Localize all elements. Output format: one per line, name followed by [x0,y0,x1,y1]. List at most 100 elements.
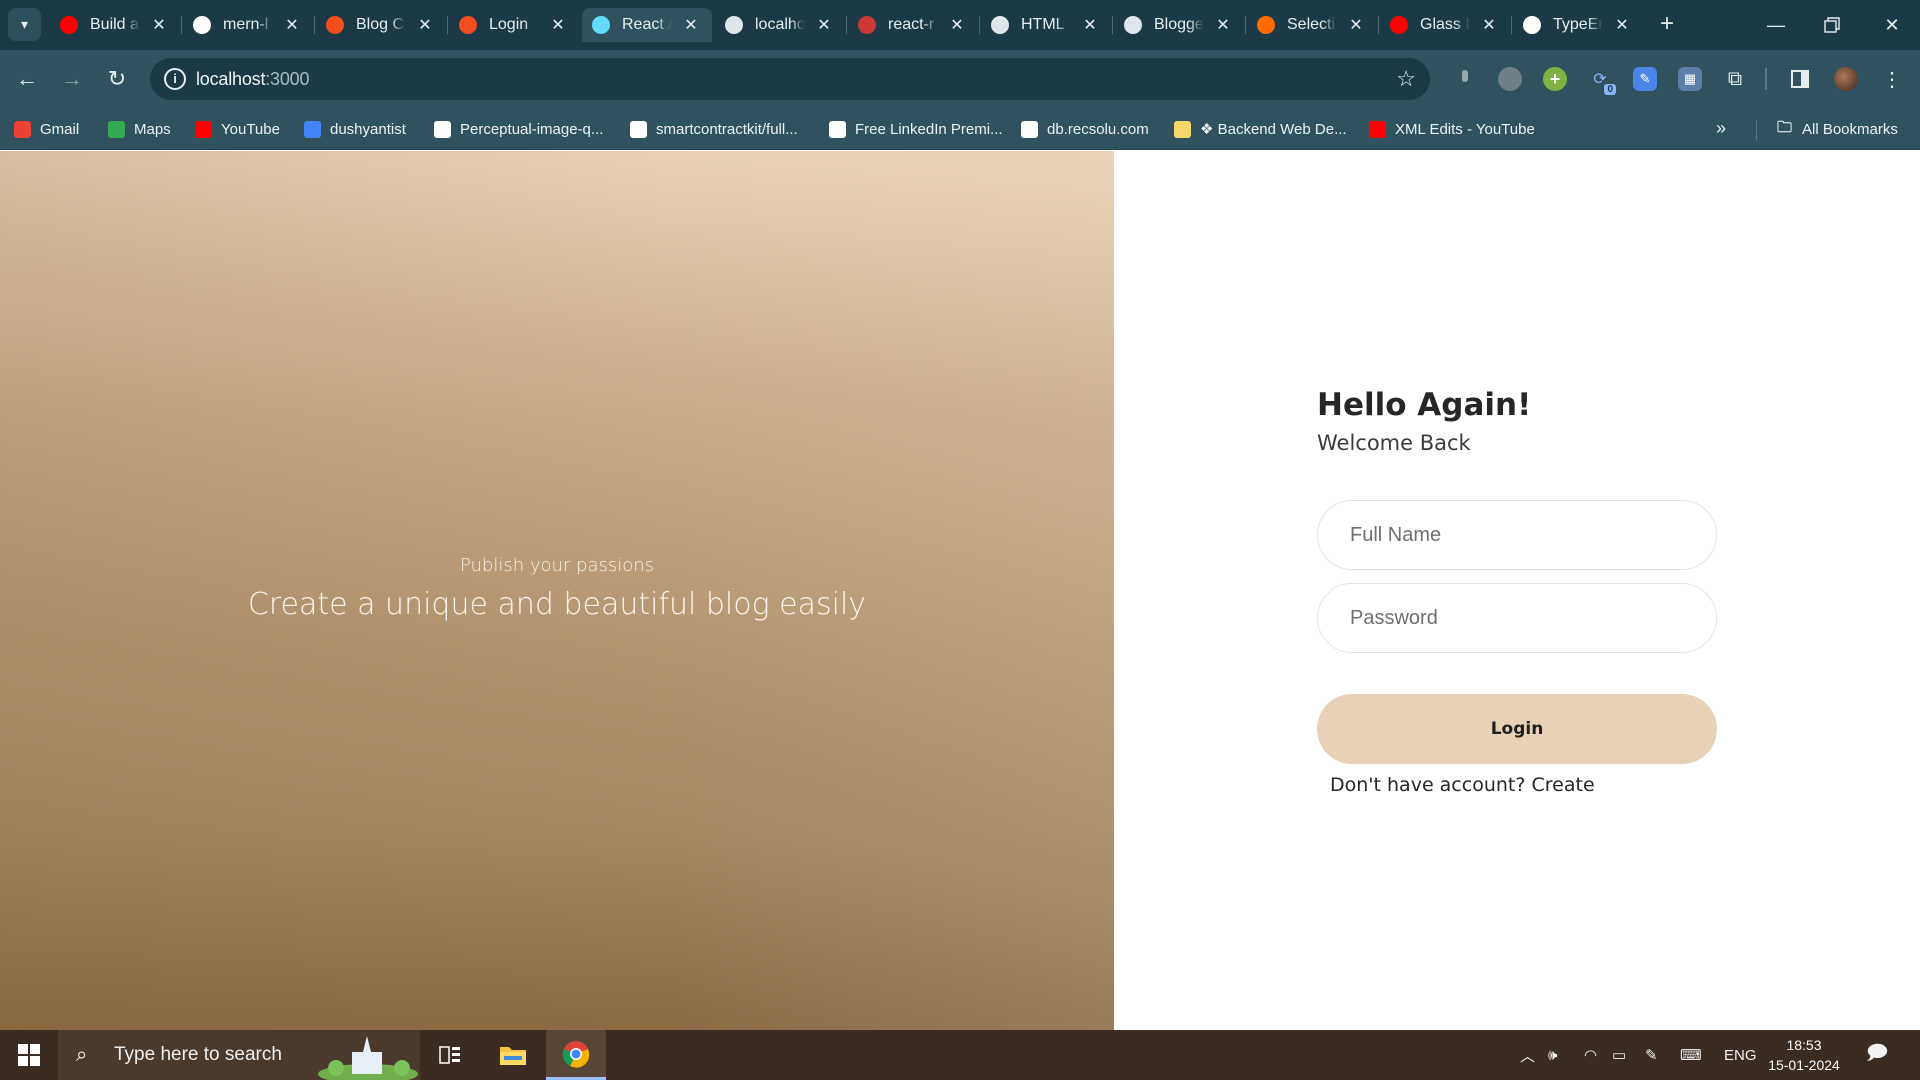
url-text[interactable]: localhost:3000 [196,69,309,90]
youtube-icon [60,16,78,34]
chrome-taskbar-button[interactable] [546,1030,606,1080]
tab-close-icon[interactable]: ✕ [416,15,434,35]
bookmark-item[interactable]: dushyantist [304,116,406,142]
bookmark-item[interactable]: ❖ Backend Web De... [1174,116,1347,142]
tab-separator [1245,16,1246,34]
minimize-button[interactable]: — [1748,0,1804,50]
keyboard-icon[interactable]: ⌨ [1680,1030,1702,1080]
full-name-input[interactable] [1317,500,1717,570]
forward-button[interactable]: → [54,61,90,97]
close-window-button[interactable]: ✕ [1864,0,1920,50]
browser-tab[interactable]: React / ✕ [582,8,712,42]
tab-close-icon[interactable]: ✕ [815,15,833,35]
browser-tab[interactable]: Glass I ✕ [1380,8,1510,42]
browser-tab-strip: ▾ Build a ✕ mern-l ✕ Blog C ✕ Login ✕ React / ✕ lo… [0,0,1920,50]
bookmarks-overflow-icon[interactable]: » [1716,118,1726,139]
tab-close-icon[interactable]: ✕ [1081,15,1099,35]
pen-icon[interactable]: ✎ [1645,1030,1658,1080]
network-icon[interactable]: ◠ [1584,1030,1597,1080]
extension-badge-icon[interactable]: ⟳ 0 [1588,67,1616,95]
tab-close-icon[interactable]: ✕ [283,15,301,35]
language-indicator[interactable]: ENG [1724,1030,1757,1080]
researchgate-icon [434,120,451,138]
reload-icon: ↻ [107,66,127,91]
browser-tab[interactable]: react-r ✕ [848,8,978,42]
globe-icon [829,120,846,138]
tab-close-icon[interactable]: ✕ [1214,15,1232,35]
extension-table-icon[interactable]: ▦ [1678,67,1702,91]
bookmark-item[interactable]: Gmail [14,116,79,142]
page-content: Publish your passions Create a unique an… [0,151,1920,1030]
browser-tab[interactable]: HTML ✕ [981,8,1111,42]
browser-tab[interactable]: TypeEr ✕ [1513,8,1643,42]
bookmark-item[interactable]: XML Edits - YouTube [1369,116,1535,142]
menu-kebab-icon[interactable]: ⋮ [1880,67,1904,91]
tab-close-icon[interactable]: ✕ [1480,15,1498,35]
tab-close-icon[interactable]: ✕ [549,15,567,35]
browser-tab[interactable]: Selecti ✕ [1247,8,1377,42]
restore-button[interactable] [1804,0,1860,50]
reload-button[interactable]: ↻ [99,61,135,97]
taskbar-clock[interactable]: 18:53 15-01-2024 [1766,1035,1842,1075]
profile-avatar[interactable] [1834,67,1858,91]
html-icon [991,16,1009,34]
start-button[interactable] [0,1030,58,1080]
hero-kicker: Publish your passions [459,555,655,576]
bookmark-item[interactable]: Free LinkedIn Premi... [829,116,1003,142]
tab-close-icon[interactable]: ✕ [1347,15,1365,35]
browser-tab[interactable]: Blogge ✕ [1114,8,1244,42]
extension-mic-icon[interactable] [1453,67,1477,91]
password-input[interactable] [1317,583,1717,653]
youtube-icon [1390,16,1408,34]
tab-separator [181,16,182,34]
bookmark-item[interactable]: db.recsolu.com [1021,116,1149,142]
all-bookmarks-button[interactable]: 🗀 All Bookmarks [1776,116,1898,142]
extension-plus-icon[interactable]: + [1543,67,1567,91]
bookmark-label: XML Edits - YouTube [1395,120,1535,138]
tab-search-button[interactable]: ▾ [8,8,41,41]
task-view-button[interactable] [420,1030,480,1080]
tab-close-icon[interactable]: ✕ [1613,15,1631,35]
back-button[interactable]: ← [9,61,45,97]
github-icon [1523,16,1541,34]
browser-tab[interactable]: mern-l ✕ [183,8,313,42]
side-panel-icon[interactable] [1788,67,1812,91]
taskbar-search-box[interactable]: ⌕ Type here to search [58,1030,420,1080]
tab-title: TypeEr [1553,16,1603,33]
tab-close-icon[interactable]: ✕ [150,15,168,35]
bookmark-star-icon[interactable]: ☆ [1396,66,1416,92]
tray-overflow-icon[interactable]: ︿ [1520,1030,1535,1080]
toolbar-divider [1765,68,1767,90]
notification-icon[interactable]: 🗩 [1866,1030,1888,1080]
bookmark-item[interactable]: Perceptual-image-q... [434,116,603,142]
search-icon: ⌕ [76,1043,88,1066]
extension-grey-icon[interactable] [1498,67,1522,91]
browser-tab[interactable]: Login ✕ [449,8,579,42]
globe-icon [1021,120,1038,138]
bookmark-item[interactable]: Maps [108,116,171,142]
address-bar[interactable]: i localhost:3000 ☆ [150,58,1430,100]
extensions-puzzle-icon[interactable]: ⧉ [1723,67,1747,91]
extension-edit-icon[interactable]: ✎ [1633,67,1657,91]
browser-tab[interactable]: Build a ✕ [50,8,180,42]
tab-close-icon[interactable]: ✕ [948,15,966,35]
volume-icon[interactable]: 🕪 [1548,1030,1557,1080]
folder-icon: 🗀 [1776,118,1792,136]
file-explorer-button[interactable] [483,1030,543,1080]
tab-title: react-r [888,16,935,33]
create-account-link[interactable]: Create [1532,774,1595,796]
figma-icon [459,16,477,34]
tab-title: mern-l [223,16,269,33]
hero-banner: Publish your passions Create a unique an… [0,151,1114,1030]
url-port: :3000 [265,69,310,89]
tab-close-icon[interactable]: ✕ [682,15,700,35]
new-tab-button[interactable]: + [1652,10,1682,40]
browser-tab[interactable]: localho ✕ [715,8,845,42]
battery-icon[interactable]: ▭ [1612,1030,1626,1080]
site-info-icon[interactable]: i [164,68,186,90]
bookmark-item[interactable]: YouTube [195,116,280,142]
login-button[interactable]: Login [1317,694,1717,764]
bookmark-item[interactable]: smartcontractkit/full... [630,116,798,142]
browser-tab[interactable]: Blog C ✕ [316,8,446,42]
bookmarks-divider [1756,120,1757,140]
